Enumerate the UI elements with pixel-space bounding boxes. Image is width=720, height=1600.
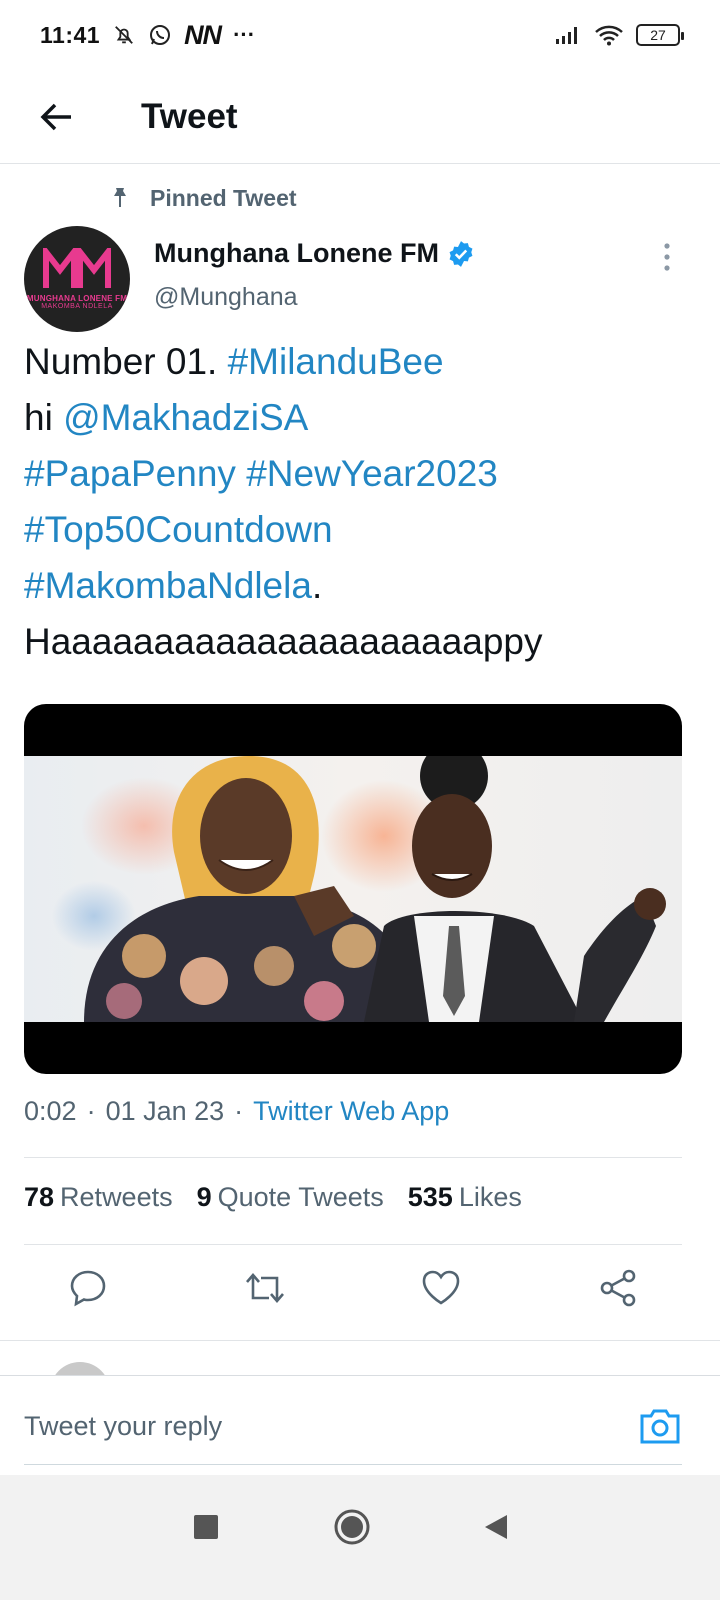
battery-icon: 27 — [636, 24, 684, 46]
status-left: 11:41 NN ··· — [40, 20, 255, 51]
hashtag-link[interactable]: #PapaPenny — [24, 453, 236, 494]
pinned-indicator: Pinned Tweet — [110, 180, 297, 216]
like-button[interactable] — [415, 1262, 467, 1314]
tweet-text-segment: hi — [24, 397, 64, 438]
back-nav-button[interactable] — [472, 1503, 520, 1551]
status-bar: 11:41 NN ··· 27 — [0, 0, 720, 70]
avatar-subtext: MAKOMBA NDLELA — [41, 303, 113, 310]
avatar[interactable]: MUNGHANA LONENE FM MAKOMBA NDLELA — [24, 226, 130, 332]
top-app-bar: Tweet — [0, 70, 720, 164]
more-options-button[interactable] — [650, 240, 684, 274]
more-vertical-icon — [664, 243, 670, 271]
hashtag-link[interactable]: #MilanduBee — [228, 341, 444, 382]
home-circle-icon — [334, 1509, 370, 1545]
triangle-back-icon — [485, 1515, 507, 1539]
share-button[interactable] — [592, 1262, 644, 1314]
station-logo-icon — [43, 248, 111, 288]
camera-button[interactable] — [636, 1402, 684, 1450]
recents-button[interactable] — [182, 1503, 230, 1551]
divider — [24, 1244, 682, 1245]
camera-icon — [640, 1409, 680, 1444]
tweet-line: #Top50Countdown — [24, 502, 694, 558]
avatar-text: MUNGHANA LONENE FM — [26, 294, 128, 303]
mute-bell-icon — [112, 23, 136, 47]
quote-tweets-label: Quote Tweets — [217, 1182, 384, 1212]
retweet-button[interactable] — [239, 1262, 291, 1314]
tweet-time: 0:02 — [24, 1096, 77, 1126]
tweet-text-segment: Number 01. — [24, 341, 228, 382]
retweet-icon — [246, 1273, 284, 1303]
reply-icon — [70, 1270, 106, 1307]
retweets-label: Retweets — [60, 1182, 173, 1212]
mention-link[interactable]: @MakhadziSA — [63, 397, 308, 438]
wifi-icon — [594, 23, 624, 47]
verified-badge-icon — [449, 240, 473, 267]
tweet-line: #PapaPenny #NewYear2023 — [24, 446, 694, 502]
retweets-count: 78 — [24, 1182, 55, 1212]
quote-tweets-count: 9 — [196, 1182, 212, 1212]
reply-button[interactable] — [62, 1262, 114, 1314]
meta-separator: · — [86, 1096, 96, 1126]
carrier-logo: NN — [184, 19, 222, 50]
tweet-text-segment: . — [311, 565, 323, 606]
divider — [0, 1340, 720, 1341]
tweet-line: #MakombaNdlela. — [24, 558, 694, 614]
author-handle[interactable]: @Munghana — [154, 283, 475, 312]
author-name-row: Munghana Lonene FM — [154, 238, 475, 269]
like-icon — [422, 1270, 460, 1305]
system-nav-bar — [0, 1475, 720, 1600]
pinned-label: Pinned Tweet — [150, 184, 297, 211]
hashtag-link[interactable]: #Top50Countdown — [24, 509, 333, 550]
tweet-stats: 78 Retweets 9 Quote Tweets 535 Likes — [24, 1182, 522, 1213]
page-title: Tweet — [141, 96, 238, 136]
status-right: 27 — [554, 23, 684, 47]
tweet-text: Number 01. #MilanduBee hi @MakhadziSA #P… — [24, 334, 694, 670]
pin-icon — [114, 188, 126, 207]
hashtag-link[interactable]: #NewYear2023 — [246, 453, 498, 494]
person-figure — [84, 756, 419, 1022]
likes-stat[interactable]: 535 Likes — [408, 1182, 522, 1213]
arrow-left-icon — [40, 103, 71, 130]
tweet-date: 01 Jan 23 — [105, 1096, 225, 1126]
retweets-stat[interactable]: 78 Retweets — [24, 1182, 173, 1213]
tweet-meta: 0:02 · 01 Jan 23 · Twitter Web App — [24, 1096, 449, 1127]
square-icon — [194, 1515, 218, 1539]
more-notifications-icon: ··· — [233, 22, 256, 47]
back-button[interactable] — [24, 85, 88, 149]
tweet-actions — [0, 1262, 720, 1324]
likes-count: 535 — [407, 1182, 453, 1212]
status-time: 11:41 — [40, 21, 101, 48]
media-image — [24, 756, 682, 1022]
reply-underline — [24, 1464, 682, 1465]
meta-separator: · — [234, 1096, 244, 1126]
hashtag-link[interactable]: #MakombaNdlela — [24, 565, 312, 606]
tweet-text-segment: Haaaaaaaaaaaaaaaaaaaaappy — [24, 621, 543, 662]
reply-input[interactable] — [24, 1398, 634, 1454]
quote-tweets-stat[interactable]: 9 Quote Tweets — [197, 1182, 384, 1213]
person-figure — [364, 756, 666, 1022]
share-icon — [600, 1269, 636, 1307]
divider — [24, 1157, 682, 1158]
likes-label: Likes — [458, 1182, 522, 1212]
tweet-source-link[interactable]: Twitter Web App — [253, 1096, 449, 1127]
tweet-media[interactable] — [24, 704, 682, 1074]
home-button[interactable] — [328, 1503, 376, 1551]
tweet-author: Munghana Lonene FM @Munghana — [154, 238, 475, 312]
tweet-line: Haaaaaaaaaaaaaaaaaaaaappy — [24, 614, 694, 670]
signal-icon — [554, 23, 582, 47]
tweet-line: Number 01. #MilanduBee — [24, 334, 694, 390]
tweet-line: hi @MakhadziSA — [24, 390, 694, 446]
reply-bar — [0, 1375, 720, 1475]
whatsapp-icon — [148, 23, 172, 47]
author-name[interactable]: Munghana Lonene FM — [154, 238, 439, 269]
